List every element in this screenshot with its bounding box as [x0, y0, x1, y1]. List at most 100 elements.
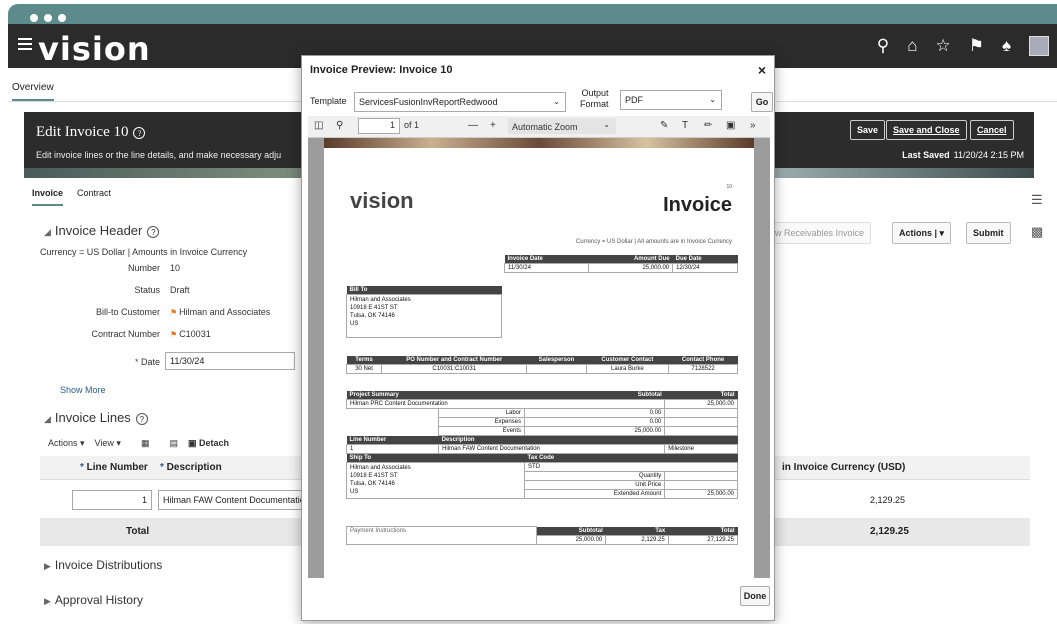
date-label: * Date — [40, 357, 160, 367]
template-row: Template ServicesFusionInvReportRedwood ⌄… — [302, 88, 776, 114]
search-icon[interactable]: ⚲ — [336, 120, 343, 131]
detach-icon: ▣ — [187, 438, 197, 448]
done-button[interactable]: Done — [740, 586, 770, 606]
expand-triangle-icon[interactable]: ▶ — [44, 596, 51, 606]
table-header-cell: Invoice Date — [504, 255, 589, 264]
show-more-link[interactable]: Show More — [60, 385, 106, 395]
zoom-select[interactable]: Automatic Zoom ⌄ — [508, 118, 616, 134]
address-line: 10918 E 41ST ST — [350, 305, 398, 311]
zoom-in-icon[interactable]: + — [490, 120, 496, 131]
approval-history-section[interactable]: ▶ Approval History — [44, 593, 143, 607]
col-description[interactable]: * Description — [160, 462, 222, 473]
contract-number-text: C10031 — [179, 329, 211, 339]
last-saved-value: 11/20/24 2:15 PM — [953, 150, 1024, 160]
window-dot[interactable] — [30, 14, 38, 22]
ship-to-address: Hilman and Associates 10918 E 41ST ST Tu… — [345, 462, 526, 499]
currency-note: Currency = US Dollar | Amounts in Invoic… — [40, 247, 248, 257]
invoice-header-section[interactable]: ◢ Invoice Header? — [44, 223, 160, 238]
text-tool-icon[interactable]: T — [682, 120, 688, 131]
template-select-value: ServicesFusionInvReportRedwood — [359, 97, 498, 107]
zoom-out-icon[interactable]: — — [468, 120, 478, 131]
more-tools-icon[interactable]: » — [750, 120, 756, 131]
wrap-icon[interactable]: ▤ — [169, 438, 178, 449]
close-icon[interactable]: × — [758, 62, 766, 78]
expand-triangle-icon[interactable]: ▶ — [44, 561, 51, 571]
notifications-bell-icon[interactable]: ♠ — [1002, 36, 1011, 56]
page-number-input[interactable]: 1 — [358, 118, 400, 134]
preview-invoice-number: 10 — [726, 184, 732, 190]
invoice-lines-section[interactable]: ◢ Invoice Lines? — [44, 410, 148, 425]
create-receivables-invoice-button[interactable]: w Receivables Invoice — [768, 222, 872, 244]
table-cell: 12/30/24 — [672, 263, 738, 273]
actions-button[interactable]: Actions | ▾ — [892, 222, 952, 244]
analytics-icon[interactable]: ▩ — [1031, 224, 1051, 240]
output-format-value: PDF — [625, 95, 643, 105]
page-header-decoration — [324, 138, 754, 148]
freeze-icon[interactable]: ▦ — [141, 438, 150, 449]
help-icon[interactable]: ? — [135, 413, 148, 425]
tab-contract[interactable]: Contract — [77, 188, 111, 206]
lines-toolbar: Actions ▾ View ▾ ▦ ▤ ▣ Detach — [48, 438, 229, 449]
contract-number-value[interactable]: ⚑ C10031 — [170, 329, 211, 339]
save-button[interactable]: Save — [850, 120, 886, 140]
avatar[interactable] — [1029, 36, 1049, 56]
window-dot[interactable] — [44, 14, 52, 22]
bill-to-address: Hilman and Associates 10918 E 41ST ST Tu… — [346, 294, 502, 338]
actions-menu[interactable]: Actions ▾ — [48, 438, 85, 449]
table-cell: Laura Burke — [585, 364, 670, 374]
col-line-number[interactable]: * Line Number — [80, 462, 148, 473]
line-amount: 2,129.25 — [870, 495, 906, 505]
help-icon[interactable]: ? — [133, 127, 146, 139]
chevron-down-icon: ⌄ — [603, 120, 610, 129]
description-input[interactable]: Hilman FAW Content Documentation — [158, 490, 308, 510]
bill-to-value[interactable]: ⚑ Hilman and Associates — [170, 307, 270, 317]
invoice-distributions-section[interactable]: ▶ Invoice Distributions — [44, 558, 162, 572]
table-header-cell: PO Number and Contract Number — [381, 356, 527, 365]
collapse-triangle-icon[interactable]: ◢ — [44, 414, 51, 424]
preview-title: Invoice — [663, 194, 732, 216]
hamburger-menu-icon[interactable] — [18, 38, 32, 53]
submit-button[interactable]: Submit — [966, 222, 1011, 244]
search-icon[interactable]: ⚲ — [877, 36, 889, 56]
flag-icon[interactable]: ⚑ — [969, 36, 984, 56]
favorites-star-icon[interactable]: ☆ — [935, 36, 950, 56]
bill-to-text: Hilman and Associates — [179, 307, 271, 317]
template-select[interactable]: ServicesFusionInvReportRedwood ⌄ — [354, 92, 566, 112]
date-field[interactable]: 11/30/24 — [165, 352, 295, 370]
tab-overview[interactable]: Overview — [12, 82, 54, 101]
window-dot[interactable] — [58, 14, 66, 22]
col-description-text: Description — [166, 462, 222, 473]
help-icon[interactable]: ? — [147, 226, 160, 238]
save-and-close-button[interactable]: Save and Close — [886, 120, 967, 140]
link-flag-icon: ⚑ — [170, 308, 178, 317]
cancel-button[interactable]: Cancel — [970, 120, 1014, 140]
col-amount[interactable]: in Invoice Currency (USD) — [782, 462, 905, 473]
required-marker: * — [160, 462, 167, 473]
app-logo: vision — [38, 30, 151, 68]
tab-invoice[interactable]: Invoice — [32, 188, 64, 206]
view-menu[interactable]: View ▾ — [95, 438, 121, 449]
table-header-cell: Tax Code — [524, 453, 738, 463]
highlight-icon[interactable]: ✎ — [660, 120, 668, 131]
table-cell: 25,000.00 — [524, 426, 666, 436]
output-label-line1: Output — [581, 88, 609, 98]
detach-button[interactable]: ▣ Detach — [188, 438, 229, 449]
terms-table: Terms PO Number and Contract Number Salesp… — [345, 356, 738, 374]
pdf-viewer[interactable]: vision 10 Invoice Currency = US Dollar |… — [308, 138, 770, 578]
table-header-cell: Contact Phone — [668, 356, 738, 365]
line-number-input[interactable]: 1 — [72, 490, 152, 510]
go-button[interactable]: Go — [751, 92, 773, 112]
sidebar-toggle-icon[interactable]: ◫ — [314, 120, 323, 131]
home-icon[interactable]: ⌂ — [907, 36, 917, 56]
table-cell: Hilman FAW Content Documentation — [438, 444, 666, 454]
image-icon[interactable]: ▣ — [726, 120, 735, 131]
bill-to-table: Bill To Hilman and Associates 10918 E 41… — [346, 286, 502, 338]
collapse-triangle-icon[interactable]: ◢ — [44, 227, 51, 237]
table-header-cell: Amount Due — [588, 255, 673, 264]
contract-number-label: Contract Number — [91, 329, 160, 339]
output-format-select[interactable]: PDF ⌄ — [620, 90, 722, 110]
last-saved-label: Last Saved — [902, 150, 950, 160]
list-panel-icon[interactable]: ☰ — [1031, 192, 1051, 208]
draw-icon[interactable]: ✏ — [704, 120, 712, 131]
table-cell: Milestone — [664, 444, 738, 454]
